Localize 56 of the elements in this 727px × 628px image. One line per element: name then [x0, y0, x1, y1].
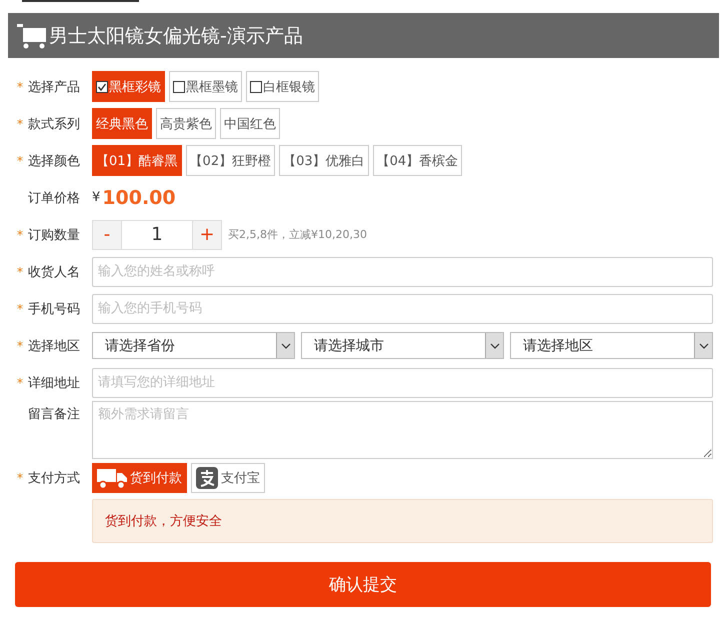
chevron-down-icon: [698, 342, 708, 348]
field-label: 选择地区: [28, 338, 80, 354]
option-button[interactable]: 【01】酷睿黑: [92, 145, 182, 176]
field-label: 详细地址: [28, 374, 80, 392]
input-field[interactable]: 输入您的手机号码: [92, 294, 713, 324]
cart-icon: [17, 22, 47, 48]
option-button[interactable]: 【03】优雅白: [279, 145, 369, 176]
field-label: 选择产品: [28, 78, 80, 96]
required-asterisk: *: [17, 80, 24, 94]
required-asterisk: *: [17, 154, 24, 168]
option-button[interactable]: 经典黑色: [92, 108, 152, 139]
payment-option[interactable]: 支付宝: [191, 463, 265, 493]
required-asterisk: *: [17, 376, 24, 390]
option-button[interactable]: 【02】狂野橙: [186, 145, 276, 176]
message-field[interactable]: 额外需求请留言: [92, 401, 713, 459]
chevron-down-icon: [490, 342, 500, 348]
payment-logo-icon: [196, 467, 218, 489]
field-label: 订购数量: [28, 226, 80, 244]
payment-option[interactable]: 货到付款: [92, 463, 187, 493]
field-label: 支付方式: [28, 470, 80, 487]
discount-note: 买2,5,8件，立减¥10,20,30: [228, 227, 367, 242]
option-button[interactable]: 白框银镜: [246, 71, 319, 102]
option-button[interactable]: 黑框彩镜: [92, 71, 165, 102]
required-asterisk: *: [17, 302, 24, 316]
decrease-button[interactable]: -: [93, 220, 121, 248]
option-button[interactable]: 【04】香槟金: [372, 145, 462, 176]
required-asterisk: *: [17, 116, 24, 130]
checkbox-icon[interactable]: [173, 80, 185, 92]
field-label: 手机号码: [28, 300, 80, 318]
required-asterisk: *: [17, 338, 24, 352]
dropdown[interactable]: 请选择地区: [510, 332, 713, 359]
chevron-down-icon: [280, 342, 290, 348]
checked-checkbox-icon[interactable]: [96, 80, 108, 92]
required-asterisk: *: [17, 471, 24, 485]
field-label: 订单价格: [28, 190, 80, 206]
product-title: 男士太阳镜女偏光镜-演示产品: [49, 24, 303, 48]
truck-icon: [97, 467, 127, 489]
input-field[interactable]: 请填写您的详细地址: [92, 368, 713, 398]
submit-button[interactable]: 确认提交: [15, 562, 711, 607]
input-field[interactable]: 输入您的姓名或称呼: [92, 256, 713, 286]
required-asterisk: *: [17, 264, 24, 278]
required-asterisk: *: [17, 228, 24, 242]
field-label: 选择颜色: [28, 152, 80, 170]
option-button[interactable]: 中国红色: [220, 108, 280, 139]
checkbox-icon[interactable]: [250, 80, 262, 92]
field-label: 款式系列: [28, 116, 80, 132]
field-label: 收货人名: [28, 264, 80, 280]
option-button[interactable]: 高贵紫色: [156, 108, 216, 139]
payment-note: 货到付款，方便安全: [92, 499, 713, 543]
dropdown[interactable]: 请选择省份: [92, 332, 295, 359]
increase-button[interactable]: +: [193, 220, 221, 248]
option-button[interactable]: 黑框墨镜: [169, 71, 242, 102]
field-label: 留言备注: [28, 406, 80, 423]
price-amount: 100.00: [102, 186, 176, 208]
dropdown[interactable]: 请选择城市: [301, 332, 504, 359]
currency-sign: ¥: [92, 190, 100, 205]
